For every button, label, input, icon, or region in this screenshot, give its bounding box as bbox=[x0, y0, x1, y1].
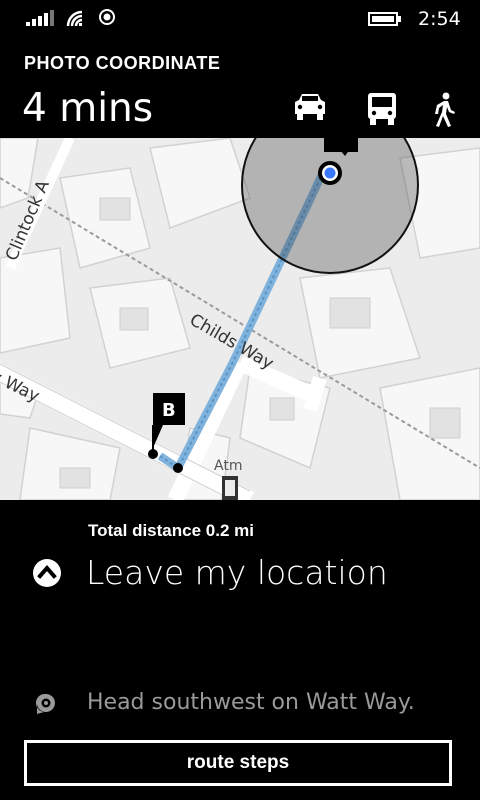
wifi-icon bbox=[66, 10, 83, 27]
app-title: PHOTO COORDINATE bbox=[24, 53, 221, 73]
next-step-text: Head southwest on Watt Way. bbox=[87, 690, 415, 715]
eta-value: 4 mins bbox=[22, 86, 154, 131]
walk-icon[interactable] bbox=[432, 92, 456, 128]
destination-marker-label: B bbox=[162, 400, 176, 421]
bus-icon[interactable] bbox=[366, 92, 398, 126]
status-time: 2:54 bbox=[418, 8, 461, 30]
current-step-text: Leave my location bbox=[86, 553, 388, 592]
car-icon[interactable] bbox=[292, 92, 328, 122]
route-steps-button[interactable]: route steps bbox=[24, 740, 452, 786]
signal-icon bbox=[26, 10, 54, 26]
total-distance: Total distance 0.2 mi bbox=[88, 521, 254, 540]
map-canvas bbox=[0, 138, 480, 500]
status-bar: 2:54 bbox=[0, 0, 480, 36]
poi-label-atm: Atm bbox=[214, 458, 243, 474]
battery-icon bbox=[368, 12, 401, 26]
map-view[interactable]: Clintock A Childs Way y Way Atm B bbox=[0, 138, 480, 500]
depart-icon bbox=[33, 559, 61, 587]
location-icon bbox=[99, 9, 115, 25]
next-step-location-icon bbox=[35, 693, 55, 714]
